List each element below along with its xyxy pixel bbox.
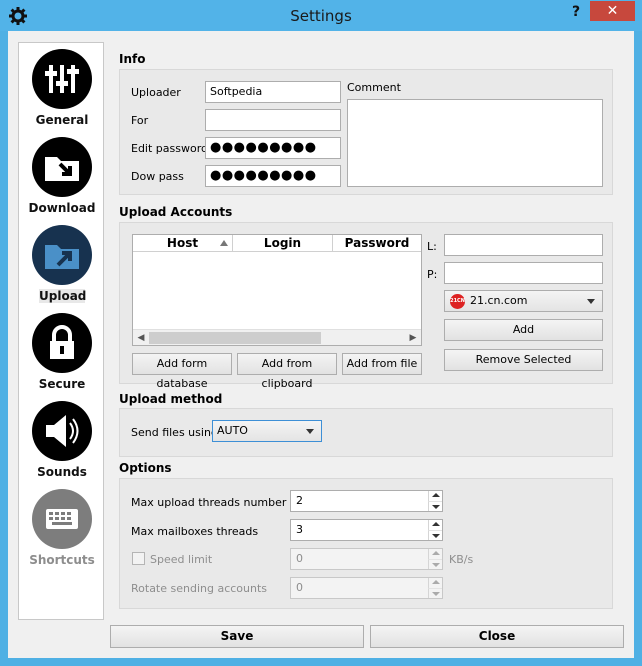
chevron-down-icon (587, 299, 595, 304)
sidebar-item-label: Secure (38, 377, 86, 391)
sidebar-item-label: Shortcuts (29, 553, 95, 567)
sidebar-item-sounds[interactable]: Sounds (19, 395, 105, 483)
sidebar-item-label: Sounds (37, 465, 87, 479)
add-button[interactable]: Add (444, 319, 603, 341)
window-title: Settings (290, 7, 352, 25)
column-header-login[interactable]: Login (233, 235, 333, 252)
sidebar-item-download[interactable]: Download (19, 131, 105, 219)
spin-down-icon[interactable] (428, 530, 442, 540)
title-bar[interactable]: Settings ? ✕ (0, 0, 642, 31)
upload-method-title: Upload method (119, 392, 223, 406)
keyboard-icon (32, 489, 92, 549)
login-label: L: (427, 240, 437, 253)
send-method-value: AUTO (217, 424, 248, 437)
upload-accounts-group: Host Login Password ◀ ▶ Add form databas… (119, 222, 613, 390)
folder-upload-icon (32, 225, 92, 285)
spin-up-icon[interactable] (428, 578, 442, 588)
site-select[interactable]: 21CN 21.cn.com (444, 290, 603, 312)
max-mailboxes-threads-spinner[interactable]: 3 (290, 519, 443, 541)
sidebar-item-secure[interactable]: Secure (19, 307, 105, 395)
speed-limit-spinner[interactable]: 0 (290, 548, 443, 570)
chevron-down-icon (306, 429, 314, 434)
send-files-label: Send files using (131, 426, 218, 439)
spin-down-icon[interactable] (428, 501, 442, 511)
save-button[interactable]: Save (110, 625, 364, 648)
rotate-accounts-spinner[interactable]: 0 (290, 577, 443, 599)
password-label: P: (427, 268, 438, 281)
for-input[interactable] (205, 109, 341, 131)
info-title: Info (119, 52, 146, 66)
close-window-button[interactable]: ✕ (590, 1, 635, 21)
settings-window: Settings ? ✕ General Download Upload Sec… (0, 0, 642, 666)
options-group: Max upload threads number 2 Max mailboxe… (119, 478, 613, 609)
spin-up-icon[interactable] (428, 491, 442, 501)
uploader-input[interactable]: Softpedia (205, 81, 341, 103)
rotate-accounts-label: Rotate sending accounts (131, 582, 268, 595)
help-button[interactable]: ? (566, 4, 586, 24)
max-upload-threads-label: Max upload threads number (131, 496, 287, 509)
sidebar-item-label: General (35, 113, 89, 127)
spin-down-icon[interactable] (428, 588, 442, 598)
comment-textarea[interactable] (347, 99, 603, 187)
add-from-clipboard-button[interactable]: Add from clipboard (237, 353, 337, 390)
spin-up-icon[interactable] (428, 549, 442, 559)
max-mailboxes-threads-label: Max mailboxes threads (131, 525, 259, 538)
speaker-icon (32, 401, 92, 461)
horizontal-scrollbar[interactable]: ◀ ▶ (133, 329, 421, 345)
add-from-database-button[interactable]: Add form database (132, 353, 232, 390)
spin-down-icon[interactable] (428, 559, 442, 569)
dow-pass-input[interactable]: ●●●●●●●●● (205, 165, 341, 187)
sidebar-item-shortcuts[interactable]: Shortcuts (19, 483, 105, 571)
sliders-icon (32, 49, 92, 109)
for-label: For (131, 114, 149, 127)
site-logo-icon: 21CN (450, 294, 465, 309)
comment-label: Comment (347, 81, 401, 94)
send-method-select[interactable]: AUTO (212, 420, 322, 442)
sort-ascending-icon (220, 240, 228, 246)
login-input[interactable] (444, 234, 603, 256)
options-title: Options (119, 461, 172, 475)
sidebar-item-general[interactable]: General (19, 43, 105, 131)
scroll-thumb[interactable] (149, 332, 321, 344)
edit-password-input[interactable]: ●●●●●●●●● (205, 137, 341, 159)
speed-limit-checkbox[interactable] (132, 552, 145, 565)
dow-pass-label: Dow pass (131, 170, 184, 183)
close-button[interactable]: Close (370, 625, 624, 648)
sidebar-item-upload[interactable]: Upload (19, 219, 105, 307)
sidebar-item-label: Download (28, 201, 96, 215)
speed-unit-label: KB/s (449, 553, 474, 566)
sidebar-item-label: Upload (39, 289, 87, 303)
client-area: General Download Upload Secure Sounds Sh… (8, 31, 634, 658)
lock-icon (32, 313, 92, 373)
remove-selected-button[interactable]: Remove Selected (444, 349, 603, 371)
edit-password-label: Edit password (131, 142, 209, 155)
password-input[interactable] (444, 262, 603, 284)
add-from-file-button[interactable]: Add from file (342, 353, 422, 375)
info-group: Uploader Softpedia For Edit password ●●●… (119, 69, 613, 195)
accounts-table[interactable]: Host Login Password ◀ ▶ (132, 234, 422, 346)
upload-method-group: Send files using AUTO (119, 408, 613, 457)
column-header-host[interactable]: Host (133, 235, 233, 252)
scroll-left-icon[interactable]: ◀ (136, 333, 146, 343)
uploader-label: Uploader (131, 86, 181, 99)
sidebar: General Download Upload Secure Sounds Sh… (18, 42, 104, 620)
column-header-password[interactable]: Password (333, 235, 421, 252)
folder-download-icon (32, 137, 92, 197)
speed-limit-label: Speed limit (150, 553, 213, 566)
spin-up-icon[interactable] (428, 520, 442, 530)
site-select-value: 21.cn.com (470, 294, 528, 307)
max-upload-threads-spinner[interactable]: 2 (290, 490, 443, 512)
scroll-right-icon[interactable]: ▶ (408, 333, 418, 343)
upload-accounts-title: Upload Accounts (119, 205, 233, 219)
